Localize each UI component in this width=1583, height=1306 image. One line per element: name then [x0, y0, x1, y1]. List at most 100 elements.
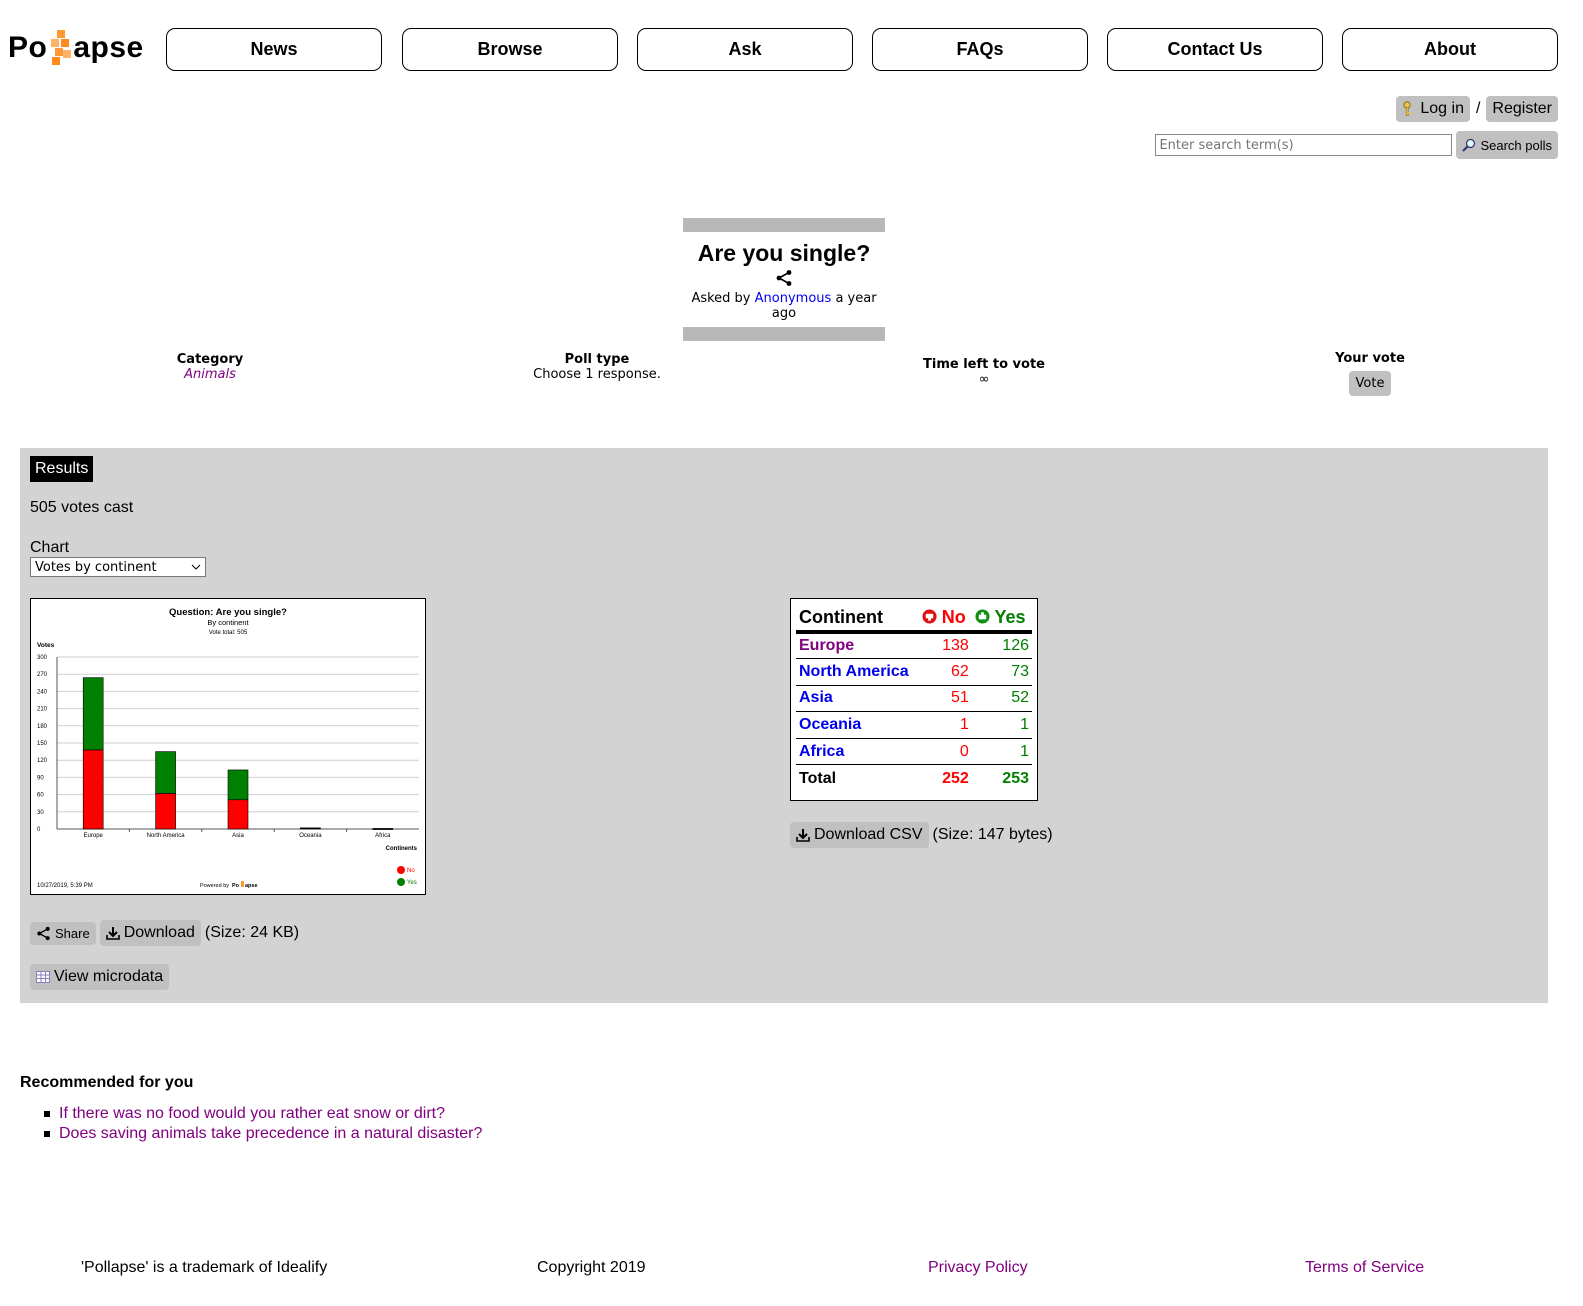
chart-image: Question: Are you single? By continent Vot…: [30, 598, 426, 895]
header-no-label: No: [941, 607, 966, 627]
register-button[interactable]: Register: [1486, 96, 1558, 122]
chart-select[interactable]: Votes by continent: [30, 557, 206, 577]
question-meta: Asked by Anonymous a year ago: [683, 291, 885, 321]
chart-powered-by: Powered by: [200, 883, 229, 889]
chart-y-tick: 90: [37, 775, 44, 781]
nav-browse-button[interactable]: Browse: [402, 28, 618, 71]
logo-text-left: Po: [8, 31, 48, 64]
time-left-value: ∞: [978, 372, 990, 387]
table-row: Asia 51 52: [796, 685, 1032, 713]
chart-y-tick: 30: [37, 810, 44, 816]
row-asia-name[interactable]: Asia: [796, 685, 919, 713]
row-asia-yes: 52: [971, 685, 1032, 713]
chart-title: Question: Are you single?: [169, 607, 287, 618]
nav-news-button[interactable]: News: [166, 28, 382, 71]
recommended-link[interactable]: If there was no food would you rather ea…: [59, 1105, 445, 1123]
question-top-bar: [683, 218, 885, 232]
chart-vote-total: Vote total: 505: [209, 630, 248, 636]
main-nav: News Browse Ask FAQs Contact Us About: [166, 28, 1558, 72]
asked-by-prefix: Asked by: [691, 291, 751, 306]
time-left-block: Time left to vote ∞: [884, 357, 1084, 387]
recommended-heading: Recommended for you: [20, 1074, 194, 1091]
question-card: Are you single? Asked by Anonymous a yea…: [683, 218, 885, 341]
polltype-label: Poll type: [564, 352, 630, 367]
footer-copyright: Copyright 2019: [537, 1259, 646, 1276]
chart-bar-no: [82, 749, 104, 830]
table-row: Europe 138 126: [796, 632, 1032, 660]
share-label: Share: [55, 925, 90, 941]
privacy-policy-link[interactable]: Privacy Policy: [928, 1259, 1028, 1276]
chart-x-axis-label: Continents: [386, 846, 418, 852]
row-asia-no: 51: [918, 685, 972, 713]
chart-subtitle: By continent: [207, 618, 249, 627]
your-vote-block: Your vote Vote: [1270, 351, 1470, 396]
question-share-icon[interactable]: [683, 267, 885, 289]
table-row: Africa 0 1: [796, 738, 1032, 766]
chart-timestamp: 10/27/2019, 5:39 PM: [37, 883, 93, 889]
results-table-box: Continent No Yes Europe 138 126 North Am…: [790, 598, 1038, 801]
nav-about-button[interactable]: About: [1342, 28, 1558, 71]
row-north-america-name[interactable]: North America: [796, 658, 919, 686]
share-button[interactable]: Share: [30, 921, 96, 945]
category-link[interactable]: Animals: [184, 367, 236, 382]
chart-x-tick-label: Europe: [84, 833, 104, 839]
row-oceania-name[interactable]: Oceania: [796, 711, 919, 739]
results-table: Continent No Yes Europe 138 126 North Am…: [796, 604, 1032, 792]
search-polls-button[interactable]: Search polls: [1456, 131, 1558, 159]
row-europe-no: 138: [918, 632, 972, 660]
download-icon: [796, 829, 810, 842]
login-label: Log in: [1420, 100, 1464, 117]
login-button[interactable]: Log in: [1396, 96, 1470, 122]
chart-y-tick: 0: [37, 827, 41, 833]
nav-ask-button[interactable]: Ask: [637, 28, 853, 71]
download-icon: [105, 927, 120, 940]
nav-contact-button[interactable]: Contact Us: [1107, 28, 1323, 71]
recommended-link[interactable]: Does saving animals take precedence in a…: [59, 1125, 482, 1143]
votes-cast: 505 votes cast: [30, 499, 134, 516]
row-north-america-yes: 73: [971, 658, 1032, 686]
header-no: No: [918, 604, 972, 634]
search-input[interactable]: [1155, 134, 1453, 156]
chart-x-tick-label: Oceania: [299, 833, 322, 839]
vote-button[interactable]: Vote: [1348, 371, 1392, 396]
polltype-value: Choose 1 response.: [533, 367, 661, 382]
chart-logo-text: apse: [245, 883, 258, 889]
site-logo[interactable]: Po apse: [8, 26, 144, 70]
chart-y-tick: 60: [37, 793, 44, 799]
chart-y-axis-label: Votes: [37, 642, 55, 649]
chart-x-tick-label: Asia: [232, 833, 244, 839]
chart-y-tick: 270: [37, 672, 48, 678]
chart-y-tick: 210: [37, 707, 48, 713]
download-chart-button[interactable]: Download: [99, 920, 201, 946]
chart-legend-label: Yes: [407, 880, 417, 886]
row-oceania-no: 1: [918, 711, 972, 739]
list-item: If there was no food would you rather ea…: [44, 1104, 482, 1124]
row-africa-yes: 1: [971, 738, 1032, 766]
total-label: Total: [799, 769, 837, 787]
view-microdata-button[interactable]: View microdata: [30, 964, 170, 990]
row-africa-no: 0: [918, 738, 972, 766]
chart-bar-no: [227, 799, 249, 830]
chart-actions: Share Download (Size: 24 KB): [30, 920, 299, 946]
row-africa-name[interactable]: Africa: [796, 738, 919, 766]
total-yes: 253: [1002, 769, 1029, 787]
download-csv-button[interactable]: Download CSV: [790, 822, 929, 848]
row-north-america-no: 62: [918, 658, 972, 686]
microdata-row: View microdata: [30, 964, 170, 990]
chevron-down-icon: [191, 564, 201, 570]
nav-faqs-button[interactable]: FAQs: [872, 28, 1088, 71]
category-label: Category: [176, 352, 244, 367]
magnifier-icon: [1462, 138, 1476, 152]
download-csv-label: Download CSV: [814, 826, 923, 843]
row-europe-name[interactable]: Europe: [796, 632, 919, 660]
logo-text-right: apse: [73, 31, 144, 64]
results-tab[interactable]: Results: [30, 456, 94, 482]
chart-x-tick-label: Africa: [375, 833, 391, 839]
header-yes-label: Yes: [994, 607, 1026, 627]
table-row: Oceania 1 1: [796, 711, 1032, 739]
chart-bar-yes: [227, 769, 249, 801]
csv-actions: Download CSV (Size: 147 bytes): [790, 822, 1053, 848]
chart-y-tick: 240: [37, 689, 48, 695]
author-link[interactable]: Anonymous: [755, 291, 832, 306]
terms-of-service-link[interactable]: Terms of Service: [1305, 1259, 1424, 1276]
